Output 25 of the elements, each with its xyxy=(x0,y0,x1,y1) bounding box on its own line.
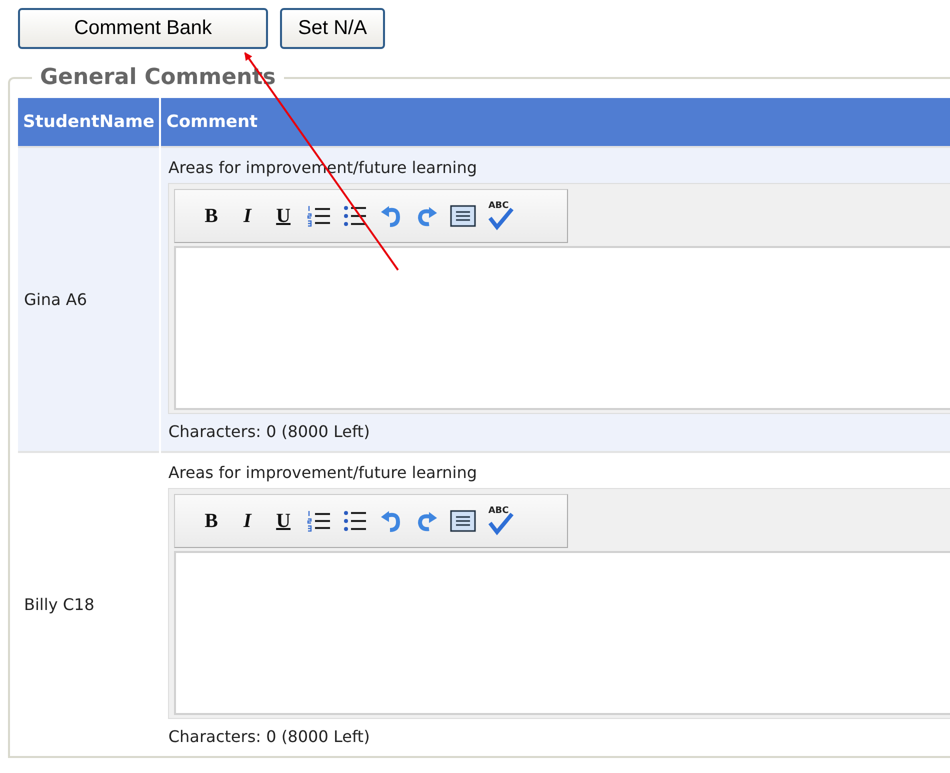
toolbar-button[interactable]: Comment Bank xyxy=(18,8,268,49)
spellcheck-button[interactable]: ABC xyxy=(485,201,516,231)
character-counter: Characters: 0 (8000 Left) xyxy=(168,422,371,441)
underline-button[interactable]: U xyxy=(269,506,298,536)
comment-input-field[interactable] xyxy=(174,246,950,410)
bold-button[interactable]: B xyxy=(197,506,226,536)
student-name-cell: Gina A6 xyxy=(18,147,160,452)
bold-button[interactable]: B xyxy=(197,201,226,231)
underline-button[interactable]: U xyxy=(269,201,298,231)
numbered-list-icon xyxy=(306,508,332,534)
student-name-cell: Billy C18 xyxy=(18,452,160,756)
paragraph-icon xyxy=(449,508,478,534)
paragraph-icon xyxy=(449,203,478,229)
toolbar-button[interactable]: Set N/A xyxy=(280,8,385,49)
italic-button[interactable]: I xyxy=(233,506,262,536)
numbered-list-icon xyxy=(306,203,332,229)
spellcheck-button[interactable]: ABC xyxy=(485,506,516,536)
field-label: Areas for improvement/future learning xyxy=(168,463,478,482)
comment-input-field[interactable] xyxy=(174,551,950,715)
column-header: StudentName xyxy=(18,98,160,147)
character-counter: Characters: 0 (8000 Left) xyxy=(168,727,371,746)
italic-button[interactable]: I xyxy=(233,201,262,231)
bullet-list-icon xyxy=(342,508,368,534)
bullet-list-icon xyxy=(342,203,368,229)
column-header: Comment xyxy=(160,98,950,147)
